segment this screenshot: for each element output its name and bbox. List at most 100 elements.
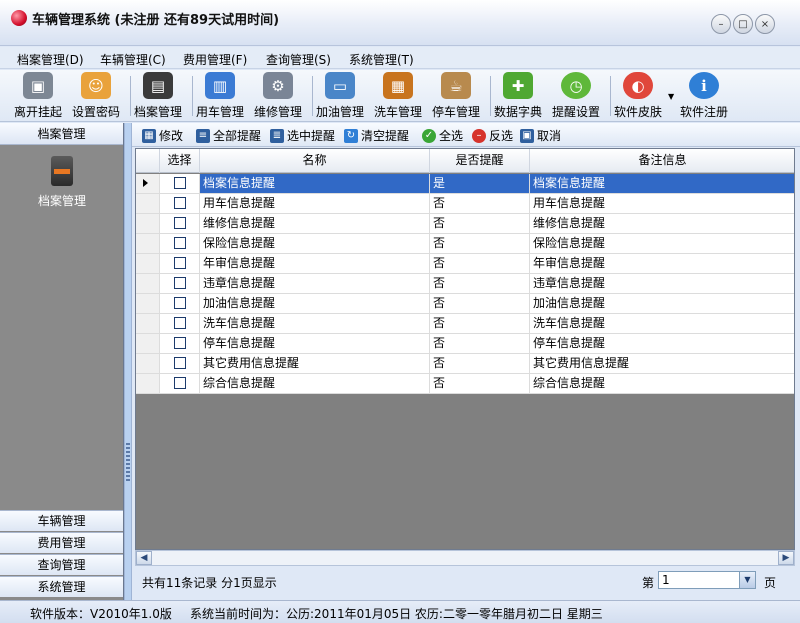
header-select[interactable]: 选择	[160, 149, 200, 173]
note-cell[interactable]: 综合信息提醒	[530, 374, 794, 393]
table-row[interactable]: 违章信息提醒否违章信息提醒	[136, 274, 794, 294]
note-cell[interactable]: 用车信息提醒	[530, 194, 794, 213]
table-row[interactable]: 用车信息提醒否用车信息提醒	[136, 194, 794, 214]
remind-flag-cell[interactable]: 否	[430, 374, 530, 393]
toolbar-lock-button[interactable]: ▣ 离开挂起	[14, 72, 62, 120]
cancel-button[interactable]: ▣ 取消	[520, 127, 561, 144]
minimize-button[interactable]: –	[711, 14, 731, 34]
menu-archive[interactable]: 档案管理(D)	[17, 51, 84, 68]
remind-flag-cell[interactable]: 否	[430, 294, 530, 313]
toolbar-register-button[interactable]: i 软件注册	[680, 72, 728, 120]
row-checkbox[interactable]	[174, 297, 186, 309]
remind-flag-cell[interactable]: 否	[430, 214, 530, 233]
row-checkbox[interactable]	[174, 377, 186, 389]
note-cell[interactable]: 保险信息提醒	[530, 234, 794, 253]
note-cell[interactable]: 违章信息提醒	[530, 274, 794, 293]
table-row[interactable]: 年审信息提醒否年审信息提醒	[136, 254, 794, 274]
horizontal-scrollbar[interactable]: ◀ ▶	[135, 550, 795, 566]
remind-flag-cell[interactable]: 是	[430, 174, 530, 193]
all-remind-button[interactable]: ≡ 全部提醒	[196, 127, 261, 144]
note-cell[interactable]: 其它费用信息提醒	[530, 354, 794, 373]
row-checkbox[interactable]	[174, 177, 186, 189]
table-row[interactable]: 保险信息提醒否保险信息提醒	[136, 234, 794, 254]
remind-flag-cell[interactable]: 否	[430, 194, 530, 213]
name-cell[interactable]: 停车信息提醒	[200, 334, 430, 353]
name-cell[interactable]: 洗车信息提醒	[200, 314, 430, 333]
remind-flag-cell[interactable]: 否	[430, 274, 530, 293]
table-row[interactable]: 其它费用信息提醒否其它费用信息提醒	[136, 354, 794, 374]
toolbar-dictionary-button[interactable]: ✚ 数据字典	[494, 72, 542, 120]
remind-flag-cell[interactable]: 否	[430, 234, 530, 253]
toolbar-fuel-button[interactable]: ▭ 加油管理	[316, 72, 364, 120]
name-cell[interactable]: 违章信息提醒	[200, 274, 430, 293]
header-note[interactable]: 备注信息	[530, 149, 794, 173]
name-cell[interactable]: 年审信息提醒	[200, 254, 430, 273]
left-panel-header[interactable]: 档案管理	[0, 123, 123, 145]
name-cell[interactable]: 综合信息提醒	[200, 374, 430, 393]
name-cell[interactable]: 维修信息提醒	[200, 214, 430, 233]
row-checkbox[interactable]	[174, 357, 186, 369]
note-cell[interactable]: 维修信息提醒	[530, 214, 794, 233]
table-row[interactable]: 档案信息提醒是档案信息提醒	[136, 174, 794, 194]
menu-system[interactable]: 系统管理(T)	[349, 51, 414, 68]
toolbar-archive-button[interactable]: ▤ 档案管理	[134, 72, 182, 120]
row-checkbox[interactable]	[174, 217, 186, 229]
left-panel-archive-item[interactable]: 档案管理	[20, 156, 104, 209]
name-cell[interactable]: 其它费用信息提醒	[200, 354, 430, 373]
table-row[interactable]: 综合信息提醒否综合信息提醒	[136, 374, 794, 394]
selected-remind-button[interactable]: ≣ 选中提醒	[270, 127, 335, 144]
row-checkbox[interactable]	[174, 317, 186, 329]
scroll-left-icon[interactable]: ◀	[136, 551, 152, 565]
row-checkbox[interactable]	[174, 237, 186, 249]
row-checkbox[interactable]	[174, 257, 186, 269]
name-cell[interactable]: 用车信息提醒	[200, 194, 430, 213]
close-button[interactable]: ×	[755, 14, 775, 34]
note-cell[interactable]: 停车信息提醒	[530, 334, 794, 353]
table-row[interactable]: 维修信息提醒否维修信息提醒	[136, 214, 794, 234]
scroll-right-icon[interactable]: ▶	[778, 551, 794, 565]
remind-flag-cell[interactable]: 否	[430, 354, 530, 373]
clear-remind-button[interactable]: ↻ 清空提醒	[344, 127, 409, 144]
name-cell[interactable]: 加油信息提醒	[200, 294, 430, 313]
skin-dropdown-arrow-icon[interactable]: ▼	[668, 92, 674, 101]
panel-splitter[interactable]	[124, 123, 132, 600]
row-checkbox[interactable]	[174, 337, 186, 349]
note-cell[interactable]: 档案信息提醒	[530, 174, 794, 193]
toolbar-repair-button[interactable]: ⚙ 维修管理	[254, 72, 302, 120]
left-nav-expense[interactable]: 费用管理	[0, 532, 123, 553]
left-nav-query[interactable]: 查询管理	[0, 554, 123, 575]
maximize-button[interactable]: □	[733, 14, 753, 34]
table-row[interactable]: 加油信息提醒否加油信息提醒	[136, 294, 794, 314]
name-cell[interactable]: 保险信息提醒	[200, 234, 430, 253]
splitter-grip-icon[interactable]	[126, 443, 130, 483]
chevron-down-icon[interactable]: ▼	[739, 572, 755, 588]
left-nav-vehicle[interactable]: 车辆管理	[0, 510, 123, 531]
note-cell[interactable]: 加油信息提醒	[530, 294, 794, 313]
toolbar-reminder-button[interactable]: ◷ 提醒设置	[552, 72, 600, 120]
edit-button[interactable]: ▦ 修改	[142, 127, 183, 144]
table-row[interactable]: 洗车信息提醒否洗车信息提醒	[136, 314, 794, 334]
toolbar-usage-button[interactable]: ▥ 用车管理	[196, 72, 244, 120]
menu-expense[interactable]: 费用管理(F)	[183, 51, 247, 68]
header-remind-flag[interactable]: 是否提醒	[430, 149, 530, 173]
invert-selection-button[interactable]: – 反选	[472, 127, 513, 144]
note-cell[interactable]: 洗车信息提醒	[530, 314, 794, 333]
note-cell[interactable]: 年审信息提醒	[530, 254, 794, 273]
left-nav-system[interactable]: 系统管理	[0, 576, 123, 597]
name-cell[interactable]: 档案信息提醒	[200, 174, 430, 193]
select-all-button[interactable]: ✓ 全选	[422, 127, 463, 144]
page-select[interactable]: 1 ▼	[658, 571, 756, 589]
remind-flag-cell[interactable]: 否	[430, 254, 530, 273]
menu-query[interactable]: 查询管理(S)	[266, 51, 331, 68]
remind-flag-cell[interactable]: 否	[430, 334, 530, 353]
toolbar-wash-button[interactable]: ▦ 洗车管理	[374, 72, 422, 120]
row-checkbox[interactable]	[174, 277, 186, 289]
header-name[interactable]: 名称	[200, 149, 430, 173]
toolbar-parking-button[interactable]: ☕ 停车管理	[432, 72, 480, 120]
table-row[interactable]: 停车信息提醒否停车信息提醒	[136, 334, 794, 354]
menu-vehicle[interactable]: 车辆管理(C)	[100, 51, 166, 68]
row-checkbox[interactable]	[174, 197, 186, 209]
toolbar-skin-button[interactable]: ◐ 软件皮肤	[614, 72, 662, 120]
toolbar-password-button[interactable]: ☺ 设置密码	[72, 72, 120, 120]
remind-flag-cell[interactable]: 否	[430, 314, 530, 333]
